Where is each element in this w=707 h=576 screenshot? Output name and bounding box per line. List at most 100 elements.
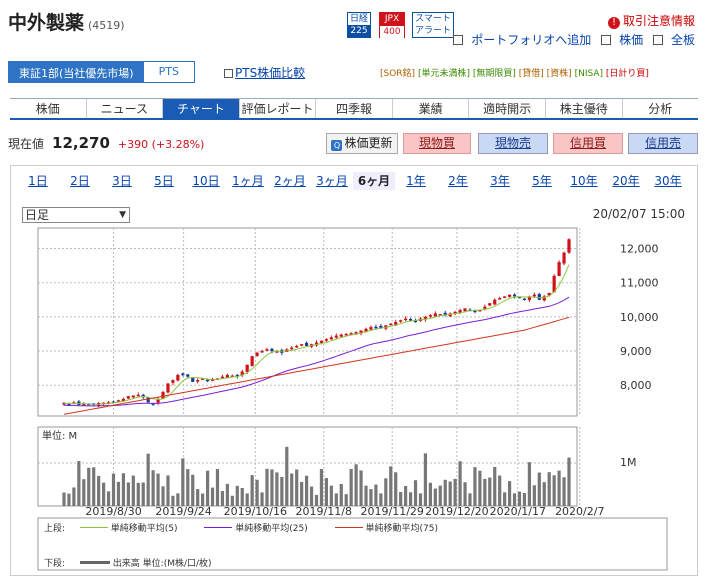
candle-body xyxy=(503,296,507,298)
candle-body xyxy=(433,313,437,317)
volume-bar xyxy=(290,473,294,506)
volume-bar xyxy=(67,493,71,506)
volume-bar xyxy=(166,475,170,506)
volume-bar xyxy=(433,488,437,506)
volume-bar xyxy=(235,485,239,506)
volume-bar xyxy=(493,467,497,506)
volume-bar xyxy=(255,479,259,506)
price-tick-label: 12,000 xyxy=(620,243,659,256)
volume-bar xyxy=(121,473,126,506)
volume-bar xyxy=(557,470,561,506)
volume-bar xyxy=(161,486,165,506)
volume-bar xyxy=(567,457,571,506)
volume-bar xyxy=(399,492,403,506)
volume-bar xyxy=(369,489,373,506)
candle-body xyxy=(344,333,348,336)
volume-bar xyxy=(240,487,244,506)
volume-bar xyxy=(463,482,467,506)
candle-body xyxy=(260,351,264,353)
candle-body xyxy=(196,380,200,382)
volume-bar xyxy=(309,486,314,506)
price-panel xyxy=(37,227,578,417)
volume-bar xyxy=(329,485,333,506)
ma5-swatch xyxy=(79,527,108,528)
volume-bar xyxy=(443,479,447,506)
volume-bar xyxy=(171,495,175,506)
volume-bar xyxy=(102,482,106,506)
volume-bar xyxy=(116,481,121,506)
candle-body xyxy=(512,294,517,297)
candle-body xyxy=(245,364,249,372)
volume-bar xyxy=(181,458,185,506)
volume-bar xyxy=(562,477,566,506)
volume-bar xyxy=(191,474,195,506)
volume-bar xyxy=(126,482,130,506)
volume-bar xyxy=(111,473,116,506)
volume-bar xyxy=(394,472,398,506)
volume-bar xyxy=(349,468,353,506)
volume-bar xyxy=(423,453,428,506)
x-tick-label: 2019/12/20 xyxy=(425,505,488,518)
x-tick-label: 2019/11/8 xyxy=(296,505,352,518)
candle-body xyxy=(532,294,536,297)
volume-bar xyxy=(210,487,215,506)
volume-bar xyxy=(488,477,492,506)
candle-body xyxy=(304,342,309,346)
candle-body xyxy=(255,352,259,356)
volume-bar xyxy=(230,495,234,506)
volume-bar xyxy=(87,467,91,506)
candle-body xyxy=(319,340,324,343)
volume-bar xyxy=(527,462,531,506)
candle-body xyxy=(394,322,398,325)
volume-bar xyxy=(522,492,527,506)
candle-body xyxy=(136,394,140,397)
volume-bar xyxy=(473,467,477,506)
volume-bar xyxy=(354,464,358,506)
volume-bar xyxy=(97,475,101,506)
volume-bar xyxy=(141,482,145,506)
candle-body xyxy=(290,347,294,350)
volume-bar xyxy=(225,483,229,506)
volume-bar xyxy=(324,478,329,506)
candle-body xyxy=(567,239,571,253)
candle-body xyxy=(334,335,338,338)
ma75-label: 単純移動平均(75) xyxy=(365,524,439,534)
volume-bar xyxy=(359,470,363,506)
volume-bar xyxy=(389,466,393,506)
candle-body xyxy=(369,327,373,330)
volume-bar xyxy=(552,475,556,506)
volume-unit-label: 単位: M xyxy=(42,429,77,442)
volume-bar xyxy=(156,473,160,506)
price-tick-label: 11,000 xyxy=(620,277,659,290)
volume-bar xyxy=(205,470,210,506)
volume-bar xyxy=(285,446,289,506)
candle-body xyxy=(186,374,190,377)
volume-bar xyxy=(503,492,507,506)
volume-bar xyxy=(72,487,76,506)
volume-bar xyxy=(344,494,348,506)
volume-bar xyxy=(136,482,140,506)
candle-body xyxy=(300,344,304,346)
volume-bar xyxy=(314,494,319,506)
candle-body xyxy=(324,339,329,341)
volume-bar xyxy=(532,485,536,506)
volume-bar xyxy=(250,475,254,506)
volume-bar xyxy=(408,492,413,506)
volume-bar xyxy=(319,469,324,506)
x-tick-label: 2019/10/16 xyxy=(224,505,287,518)
x-tick-label: 2019/11/29 xyxy=(361,505,424,518)
candle-body xyxy=(428,315,432,317)
ma-legend: 上段: 単純移動平均(5) 単純移動平均(25) 単純移動平均(75) xyxy=(44,524,439,534)
volume-bar xyxy=(304,475,309,506)
volume-bar xyxy=(364,485,368,506)
volume-bar xyxy=(418,493,423,506)
volume-bar xyxy=(334,493,338,506)
candle-body xyxy=(329,337,333,340)
candle-body xyxy=(399,320,403,322)
candle-body xyxy=(408,319,413,321)
x-tick-label: 2019/8/30 xyxy=(85,505,141,518)
volume-bar xyxy=(537,472,541,506)
stock-chart: 12,000 11,000 10,000 9,000 8,000 2019/8/30 201… xyxy=(37,227,668,571)
price-tick-label: 9,000 xyxy=(620,345,652,358)
volume-bar xyxy=(542,482,546,506)
